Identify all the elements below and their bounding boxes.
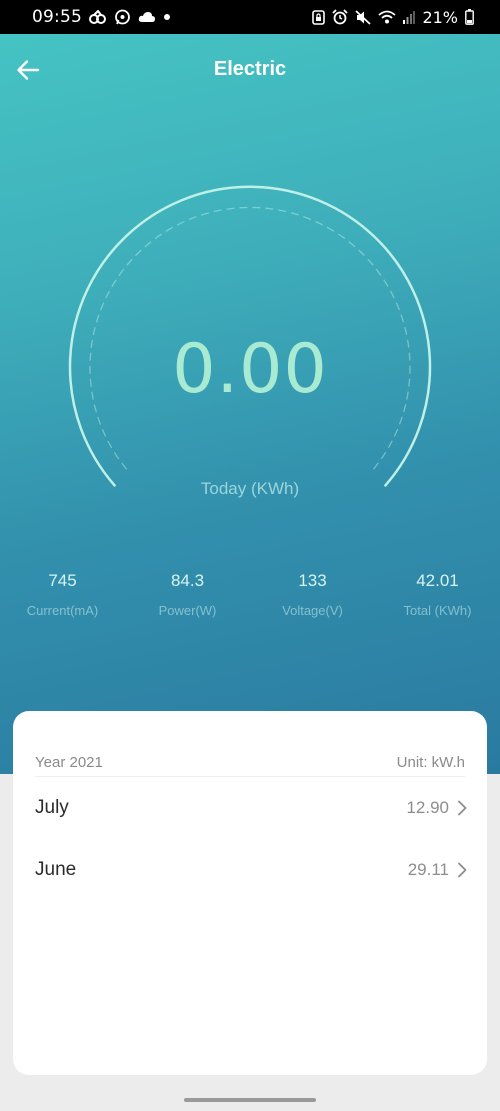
stat-value: 42.01	[416, 571, 459, 590]
alarm-icon	[332, 9, 349, 25]
mute-icon	[355, 9, 372, 25]
whatsapp-icon	[114, 9, 131, 26]
stat-label: Total (KWh)	[403, 603, 472, 618]
month-value-group: 12.90	[406, 798, 467, 818]
year-label: Year 2021	[35, 754, 103, 771]
history-header: Year 2021 Unit: kW.h	[35, 749, 465, 777]
stat-value: 133	[298, 571, 327, 590]
month-name: June	[35, 859, 77, 880]
month-row-july[interactable]: July 12.90	[35, 793, 467, 823]
lock-screen-icon	[312, 9, 326, 25]
stat-label: Current(mA)	[26, 603, 99, 618]
history-card: Year 2021 Unit: kW.h July 12.90 June 29.…	[13, 711, 487, 1075]
gauge-caption: Today (KWh)	[200, 479, 300, 498]
battery-percentage: 21%	[422, 7, 458, 27]
stat-label: Power(W)	[158, 603, 217, 618]
home-indicator[interactable]	[184, 1098, 316, 1102]
stat-value: 745	[48, 571, 77, 590]
activity-icon	[89, 10, 107, 24]
stat-current: 745 Current(mA)	[0, 571, 125, 618]
month-row-june[interactable]: June 29.11	[35, 855, 467, 885]
signal-icon	[403, 10, 416, 24]
wifi-icon	[378, 10, 397, 24]
stat-total: 42.01 Total (KWh)	[375, 571, 500, 618]
unit-label: Unit: kW.h	[396, 754, 465, 771]
month-name: July	[35, 797, 69, 818]
month-value-group: 29.11	[408, 860, 467, 880]
cloud-icon	[138, 11, 156, 23]
stat-power: 84.3 Power(W)	[125, 571, 250, 618]
month-value: 29.11	[407, 860, 449, 879]
status-time: 09:55	[32, 7, 82, 27]
page-title: Electric	[213, 58, 287, 80]
status-bar: 09:55 21%	[0, 0, 500, 34]
month-value: 12.90	[406, 798, 449, 817]
stats-row: 745 Current(mA) 84.3 Power(W) 133 Voltag…	[0, 571, 500, 631]
chevron-right-icon	[457, 862, 467, 878]
status-left-group: 09:55	[32, 7, 171, 27]
chevron-right-icon	[457, 800, 467, 816]
dot-icon	[163, 13, 171, 21]
stat-label: Voltage(V)	[282, 603, 343, 618]
stat-value: 84.3	[170, 571, 205, 590]
gauge-value: 0.00	[172, 330, 328, 409]
battery-icon	[465, 9, 474, 25]
status-right-group: 21%	[312, 8, 474, 27]
stat-voltage: 133 Voltage(V)	[250, 571, 375, 618]
